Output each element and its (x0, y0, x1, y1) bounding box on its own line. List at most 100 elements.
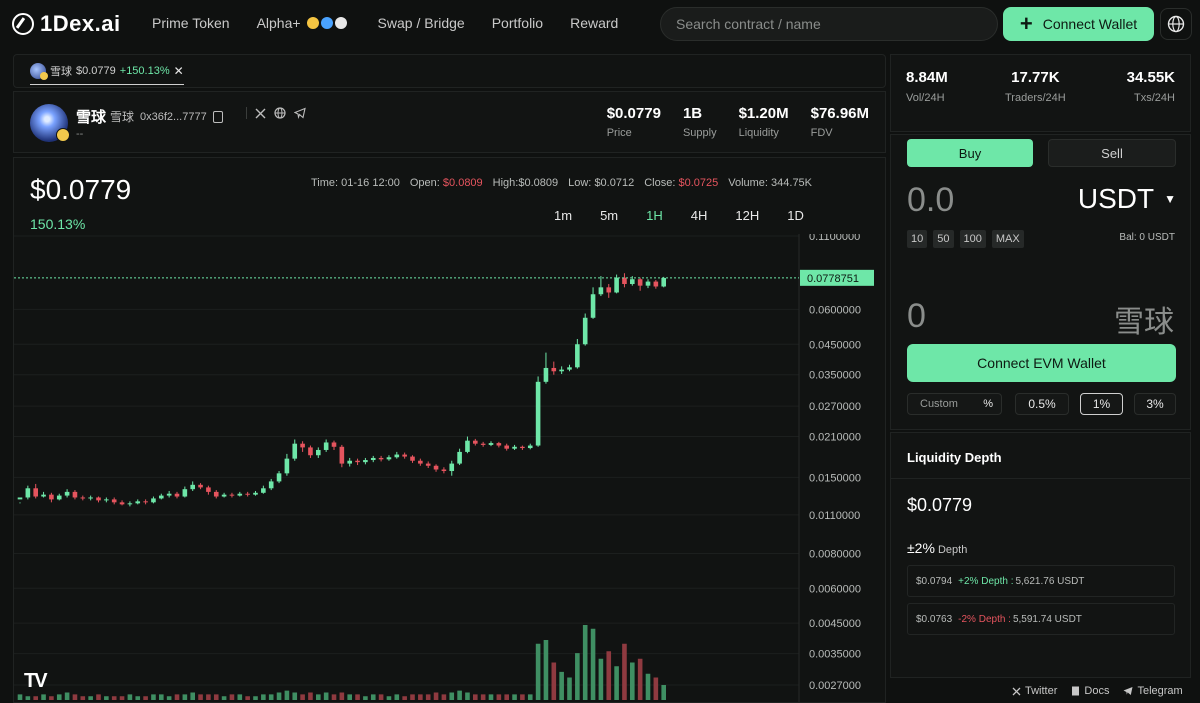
token-symbol: 雪球 (110, 110, 135, 124)
ohlc-open-label: Open: (409, 177, 440, 189)
x-twitter-icon[interactable] (255, 108, 266, 119)
pay-currency-select[interactable]: USDT ▼ (1078, 183, 1176, 215)
stat-price: $0.0779 Price (607, 105, 661, 139)
candlestick-chart[interactable]: 0.1100000 0.0600000 0.0450000 0.0350000 0.02… (14, 234, 885, 702)
candle-body (449, 463, 455, 472)
volume-bar (221, 696, 227, 700)
volume-bar (441, 694, 447, 700)
search-input[interactable] (660, 7, 998, 41)
nav-prime-token[interactable]: Prime Token (152, 15, 230, 31)
slippage-custom-input[interactable]: Custom % (907, 393, 1002, 415)
volume-bar (355, 694, 360, 700)
buy-tab[interactable]: Buy (907, 139, 1033, 167)
candle-body (96, 497, 101, 501)
stat-label: Vol/24H (906, 92, 945, 104)
volume-bar (590, 628, 596, 700)
volume-bar (261, 694, 266, 700)
candle-body (49, 494, 54, 500)
partner-icon (306, 17, 319, 29)
candle-body (56, 495, 62, 500)
candle-body (284, 458, 290, 474)
volume-bar (386, 696, 392, 700)
chart-panel: $0.0779 150.13% Time: 01-16 12:00 Open: … (13, 157, 886, 703)
candle-body (433, 465, 439, 470)
quick-amount-50[interactable]: 50 (933, 230, 954, 248)
slippage-custom-label: Custom (920, 398, 958, 410)
candle-body (198, 484, 203, 488)
volume-bar (504, 694, 509, 700)
nav-swap-bridge[interactable]: Swap / Bridge (378, 15, 465, 31)
volume-bar (245, 696, 250, 700)
volume-bar (316, 694, 321, 700)
candle-body (119, 502, 125, 505)
candle-body (72, 491, 78, 498)
interval-1h[interactable]: 1H (646, 208, 663, 223)
volume-bar (292, 692, 298, 700)
slippage-1[interactable]: 1% (1080, 393, 1123, 415)
volume-bar (64, 692, 70, 700)
tab-close-icon[interactable]: ✕ (174, 64, 184, 78)
volume-bar (543, 640, 549, 700)
brand-logo[interactable]: 1Dex.ai (12, 11, 121, 37)
candle-body (614, 277, 619, 293)
volume-bar (410, 694, 415, 700)
token-tab-price: $0.0779 (76, 64, 116, 77)
nav-reward[interactable]: Reward (570, 15, 618, 31)
stat-value: 1B (682, 105, 703, 122)
sell-tab[interactable]: Sell (1048, 139, 1176, 167)
volume-bar (614, 666, 619, 700)
y-tick-label: 0.0045000 (809, 618, 861, 630)
footer-telegram-label: Telegram (1137, 685, 1183, 697)
depth-row-down: $0.0763 -2% Depth : 5,591.74 USDT (907, 603, 1175, 635)
candle-body (104, 499, 109, 501)
slippage-0-5[interactable]: 0.5% (1015, 393, 1069, 415)
connect-wallet-button[interactable]: + Connect Wallet (1003, 7, 1154, 41)
interval-1d[interactable]: 1D (787, 208, 804, 223)
footer-twitter-link[interactable]: Twitter (1012, 685, 1057, 697)
interval-4h[interactable]: 4H (691, 208, 708, 223)
quick-amount-10[interactable]: 10 (907, 230, 928, 248)
connect-evm-wallet-button[interactable]: Connect EVM Wallet (907, 344, 1176, 382)
candle-body (111, 499, 117, 503)
stat-traders-24h: 17.77K Traders/24H (1005, 69, 1066, 104)
pay-currency-label: USDT (1077, 183, 1155, 214)
stat-label: Price (606, 127, 632, 139)
alpha-partner-icons (306, 17, 347, 29)
footer-telegram-link[interactable]: Telegram (1123, 685, 1183, 697)
interval-12h[interactable]: 12H (735, 208, 759, 223)
telegram-icon[interactable] (294, 107, 306, 119)
volume-bar (323, 692, 329, 700)
token-tab-name: 雪球 (50, 65, 72, 78)
slippage-3[interactable]: 3% (1134, 393, 1176, 415)
pay-amount-input[interactable]: 0.0 (907, 181, 954, 220)
quick-amount-max[interactable]: MAX (991, 230, 1024, 248)
volume-bar (527, 694, 533, 700)
nav-alpha-plus[interactable]: Alpha+ (257, 15, 347, 31)
candle-body (221, 494, 227, 497)
volume-bar (104, 696, 109, 700)
interval-1m[interactable]: 1m (554, 208, 572, 223)
quick-amount-100[interactable]: 100 (959, 230, 986, 248)
slippage-percent-sign: % (983, 398, 993, 410)
interval-5m[interactable]: 5m (600, 208, 618, 223)
ohlc-open: Open: $0.0809 (410, 177, 483, 189)
depth-label-text: Depth (937, 544, 968, 556)
copy-icon[interactable] (212, 110, 223, 123)
candle-body (394, 454, 400, 458)
stat-label: FDV (810, 127, 833, 139)
candle-body (653, 281, 659, 287)
volume-bar (300, 694, 305, 700)
volume-bar (213, 694, 219, 700)
stat-txs-24h: 34.55K Txs/24H (1127, 69, 1175, 104)
x-twitter-icon (1012, 687, 1021, 695)
footer-docs-link[interactable]: Docs (1071, 685, 1109, 697)
candle-body (300, 443, 305, 448)
nav-portfolio[interactable]: Portfolio (492, 15, 543, 31)
token-tab[interactable]: 雪球 $0.0779 +150.13% ✕ (30, 62, 184, 85)
language-globe-icon[interactable] (1160, 8, 1192, 40)
website-globe-icon[interactable] (274, 107, 286, 119)
stat-label: Txs/24H (1134, 92, 1175, 104)
candle-body (590, 294, 596, 318)
quick-amounts: 10 50 100 MAX (907, 230, 1024, 248)
volume-bar (512, 694, 517, 700)
